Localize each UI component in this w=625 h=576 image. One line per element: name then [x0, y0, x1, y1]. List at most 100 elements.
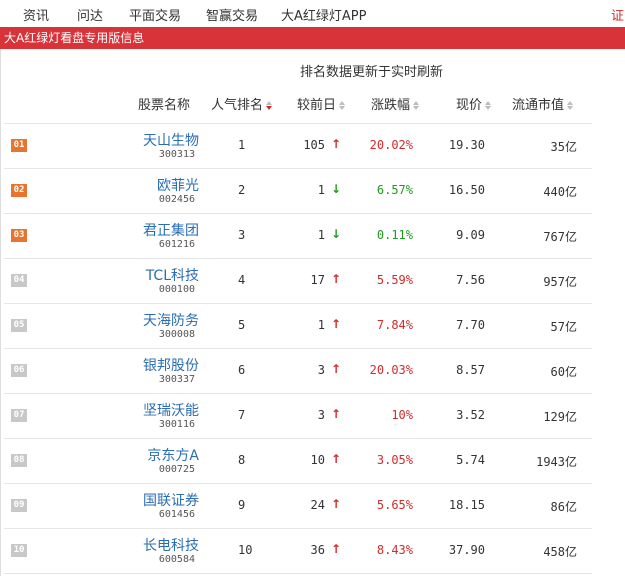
prev-day-rank: 3 — [317, 363, 325, 377]
popularity-rank: 6 — [238, 363, 246, 377]
nav-item-news[interactable]: 资讯 — [23, 5, 49, 24]
change-percent: 5.65% — [376, 498, 413, 512]
current-price: 18.15 — [448, 498, 485, 512]
popularity-rank: 8 — [238, 453, 246, 467]
current-price: 8.57 — [456, 363, 485, 377]
header-change[interactable]: 涨跌幅 — [371, 94, 420, 113]
market-cap: 440亿 — [543, 185, 577, 199]
table-row[interactable]: 10 长电科技 600584 10 36 ↑ 8.43% 37.90 458亿 — [4, 529, 592, 574]
header-prev-day[interactable]: 较前日 — [297, 94, 346, 113]
arrow-up-icon: ↑ — [331, 542, 342, 556]
stock-name-link[interactable]: 君正集团 — [143, 220, 199, 240]
prev-day-rank: 24 — [310, 498, 325, 512]
prev-day-rank: 17 — [310, 273, 325, 287]
market-cap: 458亿 — [543, 545, 577, 559]
stock-name-link[interactable]: 天山生物 — [143, 130, 199, 150]
change-percent: 8.43% — [376, 543, 413, 557]
arrow-up-icon: ↑ — [331, 272, 342, 286]
rank-badge: 02 — [11, 184, 27, 197]
nav-item-smart-trading[interactable]: 智赢交易 — [206, 5, 258, 24]
header-price[interactable]: 现价 — [456, 94, 492, 113]
stock-name-link[interactable]: 欧菲光 — [157, 175, 199, 195]
prev-day-rank: 3 — [317, 408, 325, 422]
market-cap: 767亿 — [543, 230, 577, 244]
stock-name-link[interactable]: 坚瑞沃能 — [143, 400, 199, 420]
table-row[interactable]: 05 天海防务 300008 5 1 ↑ 7.84% 7.70 57亿 — [4, 304, 592, 349]
table-row[interactable]: 07 坚瑞沃能 300116 7 3 ↑ 10% 3.52 129亿 — [4, 394, 592, 439]
top-navigation: 资讯 问达 平面交易 智赢交易 大A红绿灯APP 证 — [0, 0, 625, 27]
sort-icon — [339, 101, 346, 110]
change-percent: 7.84% — [376, 318, 413, 332]
market-cap: 86亿 — [550, 500, 577, 514]
nav-item-wenda[interactable]: 问达 — [77, 5, 103, 24]
sort-icon — [567, 101, 574, 110]
stock-code: 300313 — [158, 149, 195, 160]
arrow-up-icon: ↑ — [331, 137, 342, 151]
rank-badge: 05 — [11, 319, 27, 332]
arrow-up-icon: ↑ — [331, 452, 342, 466]
stock-code: 300116 — [158, 419, 195, 430]
stock-name-link[interactable]: 长电科技 — [143, 535, 199, 555]
info-banner: 大A红绿灯看盘专用版信息 — [0, 27, 625, 49]
table-row[interactable]: 06 银邦股份 300337 6 3 ↑ 20.03% 8.57 60亿 — [4, 349, 592, 394]
change-percent: 0.11% — [376, 228, 413, 242]
prev-day-rank: 1 — [317, 228, 325, 242]
current-price: 5.74 — [456, 453, 485, 467]
sort-icon — [485, 101, 492, 110]
popularity-rank: 3 — [238, 228, 246, 242]
stock-code: 002456 — [158, 194, 195, 205]
rank-badge: 03 — [11, 229, 27, 242]
current-price: 19.30 — [448, 138, 485, 152]
popularity-rank: 1 — [238, 138, 246, 152]
nav-item-app[interactable]: 大A红绿灯APP — [281, 5, 366, 24]
rank-badge: 08 — [11, 454, 27, 467]
prev-day-rank: 10 — [310, 453, 325, 467]
stock-code: 300008 — [158, 329, 195, 340]
table-row[interactable]: 02 欧菲光 002456 2 1 ↓ 6.57% 16.50 440亿 — [4, 169, 592, 214]
table-row[interactable]: 08 京东方A 000725 8 10 ↑ 3.05% 5.74 1943亿 — [4, 439, 592, 484]
arrow-up-icon: ↑ — [331, 407, 342, 421]
table-row[interactable]: 09 国联证券 601456 9 24 ↑ 5.65% 18.15 86亿 — [4, 484, 592, 529]
arrow-down-icon: ↓ — [331, 227, 342, 241]
rank-badge: 01 — [11, 139, 27, 152]
stock-name-link[interactable]: 京东方A — [147, 445, 199, 465]
arrow-up-icon: ↑ — [331, 362, 342, 376]
rank-badge: 10 — [11, 544, 27, 557]
table-row[interactable]: 03 君正集团 601216 3 1 ↓ 0.11% 9.09 767亿 — [4, 214, 592, 259]
market-cap: 57亿 — [550, 320, 577, 334]
popularity-rank: 4 — [238, 273, 246, 287]
stock-name-link[interactable]: 银邦股份 — [143, 355, 199, 375]
stock-code: 601216 — [158, 239, 195, 250]
market-cap: 60亿 — [550, 365, 577, 379]
stock-name-link[interactable]: 国联证券 — [143, 490, 199, 510]
popularity-rank: 9 — [238, 498, 246, 512]
arrow-up-icon: ↑ — [331, 317, 342, 331]
popularity-rank: 5 — [238, 318, 246, 332]
header-stock-name: 股票名称 — [138, 98, 191, 113]
table-row[interactable]: 01 天山生物 300313 1 105 ↑ 20.02% 19.30 35亿 — [4, 124, 592, 169]
stock-code: 300337 — [158, 374, 195, 385]
popularity-rank: 10 — [238, 543, 253, 557]
popularity-rank: 7 — [238, 408, 246, 422]
stock-name-link[interactable]: 天海防务 — [143, 310, 199, 330]
update-note: 排名数据更新于实时刷新 — [300, 65, 444, 80]
market-cap: 129亿 — [543, 410, 577, 424]
prev-day-rank: 1 — [317, 318, 325, 332]
arrow-up-icon: ↑ — [331, 497, 342, 511]
change-percent: 20.02% — [369, 138, 413, 152]
nav-item-flat-trading[interactable]: 平面交易 — [129, 5, 181, 24]
header-market-cap[interactable]: 流通市值 — [512, 94, 574, 113]
sort-icon — [266, 101, 273, 110]
rank-badge: 09 — [11, 499, 27, 512]
stock-name-link[interactable]: TCL科技 — [146, 265, 199, 285]
nav-edge-text[interactable]: 证 — [611, 5, 624, 24]
market-cap: 1943亿 — [536, 455, 577, 469]
change-percent: 5.59% — [376, 273, 413, 287]
header-popularity[interactable]: 人气排名 — [211, 94, 273, 113]
table-row[interactable]: 04 TCL科技 000100 4 17 ↑ 5.59% 7.56 957亿 — [4, 259, 592, 304]
stock-code: 601456 — [158, 509, 195, 520]
prev-day-rank: 105 — [303, 138, 325, 152]
change-percent: 20.03% — [369, 363, 413, 377]
market-cap: 35亿 — [550, 140, 577, 154]
prev-day-rank: 36 — [310, 543, 325, 557]
